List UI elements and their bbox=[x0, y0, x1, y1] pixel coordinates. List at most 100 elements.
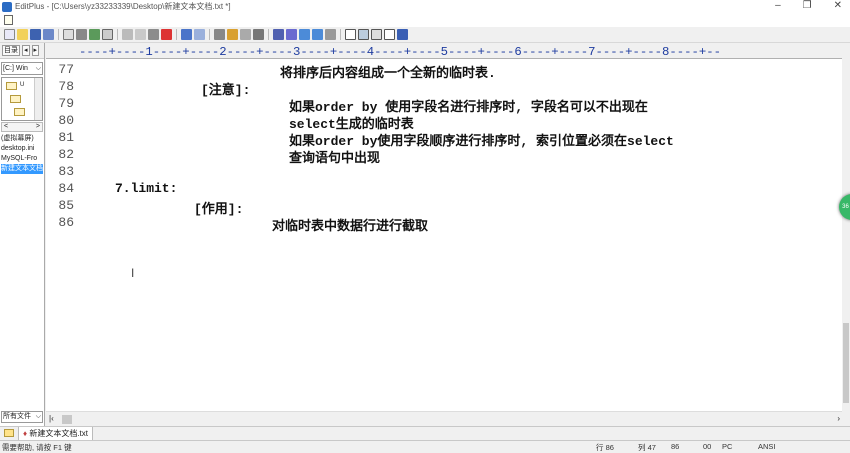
vertical-scroll-thumb[interactable] bbox=[843, 323, 849, 403]
tree-horizontal-scrollbar[interactable]: < > bbox=[1, 122, 43, 132]
word-wrap-icon[interactable] bbox=[286, 29, 297, 40]
window-cascade-icon[interactable] bbox=[358, 29, 369, 40]
tab-prev-button[interactable]: ◂ bbox=[22, 45, 30, 56]
redo-icon[interactable] bbox=[194, 29, 205, 40]
folder-icon[interactable] bbox=[10, 95, 21, 103]
title-bar: EditPlus - [C:\Users\yz33233339\Desktop\… bbox=[0, 0, 850, 13]
save-icon[interactable] bbox=[30, 29, 41, 40]
find-icon[interactable] bbox=[214, 29, 225, 40]
vertical-scrollbar[interactable] bbox=[842, 43, 850, 426]
toolbar bbox=[0, 27, 850, 43]
toolbar-separator bbox=[176, 29, 177, 40]
spell-check-icon[interactable] bbox=[89, 29, 100, 40]
chevron-down-icon: ⌵ bbox=[35, 413, 41, 420]
horizontal-scrollbar[interactable]: |‹ › bbox=[46, 411, 842, 426]
line-number: 82 bbox=[58, 147, 74, 162]
tab-next-button[interactable]: ▸ bbox=[31, 45, 40, 56]
scroll-left-arrow-icon[interactable]: < bbox=[4, 123, 8, 131]
close-button[interactable]: ✕ bbox=[834, 0, 842, 11]
line-number: 85 bbox=[58, 198, 74, 213]
menu-bar bbox=[0, 13, 850, 27]
cut-icon[interactable] bbox=[122, 29, 133, 40]
undo-icon[interactable] bbox=[181, 29, 192, 40]
delete-icon[interactable] bbox=[161, 29, 172, 40]
document-menu-icon[interactable] bbox=[4, 15, 13, 25]
new-file-icon[interactable] bbox=[4, 29, 15, 40]
toolbar-separator bbox=[340, 29, 341, 40]
save-all-icon[interactable] bbox=[43, 29, 54, 40]
toolbar-separator bbox=[117, 29, 118, 40]
line-numbers-icon[interactable] bbox=[299, 29, 310, 40]
folder-icon[interactable] bbox=[6, 82, 17, 90]
folder-label: U bbox=[20, 82, 25, 88]
settings-icon[interactable] bbox=[325, 29, 336, 40]
code-line: 将排序后内容组成一个全新的临时表. bbox=[280, 66, 496, 81]
toolbar-separator bbox=[209, 29, 210, 40]
goto-icon[interactable] bbox=[253, 29, 264, 40]
status-encoding[interactable]: ANSI bbox=[758, 442, 776, 451]
copy2-icon[interactable] bbox=[135, 29, 146, 40]
print-icon[interactable] bbox=[76, 29, 87, 40]
help-icon[interactable] bbox=[397, 29, 408, 40]
toolbar-separator bbox=[268, 29, 269, 40]
status-message: 需要帮助, 请按 F1 键 bbox=[2, 443, 72, 452]
scroll-right-icon[interactable]: › bbox=[837, 414, 840, 423]
file-item[interactable]: (虚拟幕屏) bbox=[1, 134, 43, 144]
editplus-app-icon bbox=[2, 1, 12, 12]
replace-icon[interactable] bbox=[227, 29, 238, 40]
file-item[interactable]: desktop.ini bbox=[1, 144, 43, 154]
code-line: [注意]: bbox=[201, 83, 251, 98]
tab-document-label: 新建文本文档.txt bbox=[29, 429, 88, 438]
ruler-icon[interactable] bbox=[312, 29, 323, 40]
document-tab-bar: ♦ 新建文本文档.txt bbox=[0, 426, 850, 441]
chevron-down-icon: ⌵ bbox=[35, 65, 41, 72]
drive-select[interactable]: [C:] Win ⌵ bbox=[1, 62, 43, 75]
window-title: EditPlus - [C:\Users\yz33233339\Desktop\… bbox=[15, 2, 231, 11]
print-preview-icon[interactable] bbox=[63, 29, 74, 40]
code-line: 查询语句中出现 bbox=[289, 151, 381, 166]
folder-icon[interactable] bbox=[4, 429, 14, 437]
status-column: 列 47 bbox=[638, 443, 656, 452]
status-line-ending[interactable]: PC bbox=[722, 442, 732, 451]
line-number: 77 bbox=[58, 62, 74, 77]
tab-document[interactable]: ♦ 新建文本文档.txt bbox=[18, 427, 93, 441]
line-number: 86 bbox=[58, 215, 74, 230]
line-number: 80 bbox=[58, 113, 74, 128]
fullscreen-icon[interactable] bbox=[384, 29, 395, 40]
status-bar: 需要帮助, 请按 F1 键 行 86 列 47 86 00 PC ANSI bbox=[0, 440, 850, 452]
column-ruler: ----+----1----+----2----+----3----+----4… bbox=[46, 43, 842, 59]
file-item[interactable]: MySQL-Fro bbox=[1, 154, 43, 164]
editor-area[interactable]: ----+----1----+----2----+----3----+----4… bbox=[46, 43, 842, 411]
status-row: 行 86 bbox=[596, 443, 614, 452]
line-number: 83 bbox=[58, 164, 74, 179]
line-number-gutter: 77 78 79 80 81 82 83 84 85 86 bbox=[46, 59, 76, 411]
find-in-files-icon[interactable] bbox=[240, 29, 251, 40]
directory-tab[interactable]: 目录 bbox=[2, 45, 20, 56]
folder-tree[interactable]: U bbox=[1, 77, 43, 121]
tree-scrollbar[interactable] bbox=[34, 78, 42, 120]
maximize-button[interactable]: ❐ bbox=[803, 0, 812, 11]
horizontal-scroll-thumb[interactable] bbox=[62, 415, 72, 424]
window-tile-icon[interactable] bbox=[345, 29, 356, 40]
status-line-count: 86 bbox=[671, 442, 680, 451]
line-number: 84 bbox=[58, 181, 74, 196]
code-line: [作用]: bbox=[194, 202, 244, 217]
file-list: (虚拟幕屏) desktop.ini MySQL-Fro 新建文本文档 bbox=[1, 134, 43, 174]
folder-icon[interactable] bbox=[14, 108, 25, 116]
ruler-text: ----+----1----+----2----+----3----+----4… bbox=[79, 45, 722, 59]
drive-select-value: [C:] Win bbox=[3, 65, 28, 72]
toolbar-separator bbox=[58, 29, 59, 40]
code-line: 7.limit: bbox=[115, 181, 178, 196]
file-filter-value: 所有文件 bbox=[3, 413, 31, 420]
font-icon[interactable] bbox=[273, 29, 284, 40]
paste-icon[interactable] bbox=[148, 29, 159, 40]
scroll-right-arrow-icon[interactable]: > bbox=[36, 123, 40, 131]
file-filter-select[interactable]: 所有文件 ⌵ bbox=[1, 411, 43, 423]
window-close-icon[interactable] bbox=[371, 29, 382, 40]
open-folder-icon[interactable] bbox=[17, 29, 28, 40]
file-item-selected[interactable]: 新建文本文档 bbox=[1, 164, 43, 174]
minimize-button[interactable]: – bbox=[775, 0, 781, 11]
copy-icon[interactable] bbox=[102, 29, 113, 40]
scroll-left-icon[interactable]: |‹ bbox=[49, 414, 54, 423]
line-number: 81 bbox=[58, 130, 74, 145]
